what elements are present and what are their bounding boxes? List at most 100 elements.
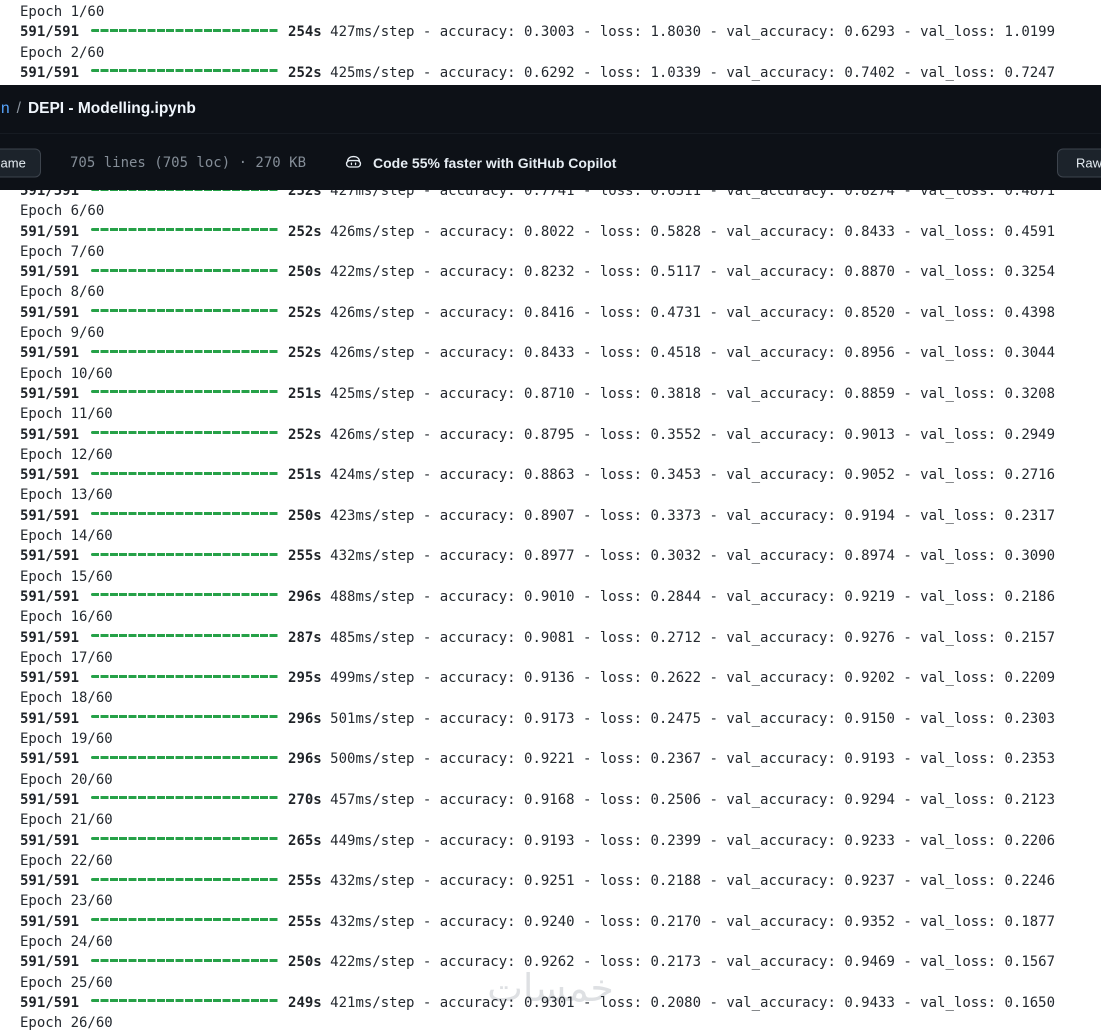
progress-bar bbox=[91, 634, 280, 638]
progress-line: 591/591 296s 500ms/step - accuracy: 0.922… bbox=[0, 749, 1101, 769]
epoch-time: 252s bbox=[288, 223, 322, 240]
breadcrumb: n / DEPI - Modelling.ipynb bbox=[0, 85, 1101, 133]
epoch-metrics: 426ms/step - accuracy: 0.8022 - loss: 0.… bbox=[321, 223, 1056, 240]
progress-bar bbox=[91, 796, 280, 800]
epoch-metrics: 427ms/step - accuracy: 0.3003 - loss: 1.… bbox=[321, 24, 1056, 41]
progress-line: 591/591 250s 423ms/step - accuracy: 0.890… bbox=[0, 506, 1101, 526]
epoch-label-line: Epoch 1/60 bbox=[20, 4, 105, 20]
step-count: 591/591 bbox=[20, 64, 80, 81]
epoch-time: 296s bbox=[288, 710, 322, 727]
epoch-label-line: Epoch 9/60 bbox=[20, 325, 105, 342]
progress-bar bbox=[91, 268, 280, 272]
copilot-banner[interactable]: Code 55% faster with GitHub Copilot bbox=[344, 153, 616, 172]
epoch-metrics: 432ms/step - accuracy: 0.8977 - loss: 0.… bbox=[321, 548, 1056, 565]
epoch-time: 251s bbox=[288, 467, 322, 484]
epoch-label-line: Epoch 23/60 bbox=[20, 893, 113, 910]
step-count: 591/591 bbox=[20, 548, 80, 565]
epoch-label-line: Epoch 19/60 bbox=[20, 731, 113, 748]
progress-line: 591/591 255s 432ms/step - accuracy: 0.897… bbox=[0, 546, 1101, 566]
epoch-time: 252s bbox=[288, 345, 322, 362]
progress-line: 591/591 265s 449ms/step - accuracy: 0.919… bbox=[0, 831, 1101, 851]
progress-bar bbox=[91, 228, 280, 232]
epoch-label-line: Epoch 24/60 bbox=[20, 933, 113, 950]
epoch-label-line: Epoch 8/60 bbox=[20, 284, 105, 301]
epoch-time: 250s bbox=[288, 264, 322, 281]
file-header: n / DEPI - Modelling.ipynb Blame 705 lin… bbox=[0, 85, 1101, 190]
breadcrumb-repo-link[interactable]: n bbox=[1, 100, 10, 118]
progress-line: 591/591 249s 421ms/step - accuracy: 0.930… bbox=[0, 993, 1101, 1013]
epoch-time: 287s bbox=[288, 629, 322, 646]
step-count: 591/591 bbox=[20, 385, 80, 402]
epoch-metrics: 501ms/step - accuracy: 0.9173 - loss: 0.… bbox=[321, 710, 1056, 727]
epoch-label-line: Epoch 22/60 bbox=[20, 852, 113, 869]
progress-line: 591/591 255s 432ms/step - accuracy: 0.924… bbox=[0, 912, 1101, 932]
step-count: 591/591 bbox=[20, 994, 80, 1011]
step-count: 591/591 bbox=[20, 832, 80, 849]
progress-line: 591/591 251s 425ms/step - accuracy: 0.871… bbox=[0, 384, 1101, 404]
epoch-label-line: Epoch 6/60 bbox=[20, 203, 105, 220]
epoch-metrics: 499ms/step - accuracy: 0.9136 - loss: 0.… bbox=[321, 670, 1056, 687]
epoch-label-line: Epoch 21/60 bbox=[20, 812, 113, 829]
step-count: 591/591 bbox=[20, 507, 80, 524]
progress-bar bbox=[91, 431, 280, 435]
raw-button[interactable]: Raw bbox=[1056, 148, 1101, 177]
progress-bar bbox=[91, 309, 280, 313]
epoch-time: 296s bbox=[288, 751, 322, 768]
breadcrumb-separator: / bbox=[16, 100, 21, 117]
epoch-metrics: 457ms/step - accuracy: 0.9168 - loss: 0.… bbox=[321, 791, 1056, 808]
progress-line: 591/591 296s 488ms/step - accuracy: 0.901… bbox=[0, 587, 1101, 607]
step-count: 591/591 bbox=[20, 873, 80, 890]
step-count: 591/591 bbox=[20, 629, 80, 646]
progress-bar bbox=[91, 918, 280, 922]
progress-bar bbox=[91, 552, 280, 556]
progress-bar bbox=[91, 349, 280, 353]
epoch-time: 250s bbox=[288, 507, 322, 524]
epoch-metrics: 485ms/step - accuracy: 0.9081 - loss: 0.… bbox=[321, 629, 1056, 646]
step-count: 591/591 bbox=[20, 791, 80, 808]
epoch-metrics: 424ms/step - accuracy: 0.8863 - loss: 0.… bbox=[321, 467, 1056, 484]
step-count: 591/591 bbox=[20, 710, 80, 727]
epoch-label-line: Epoch 25/60 bbox=[20, 974, 113, 991]
progress-line: 591/591 252s 426ms/step - accuracy: 0.879… bbox=[0, 425, 1101, 445]
epoch-label-line: Epoch 17/60 bbox=[20, 649, 113, 666]
epoch-label-line: Epoch 11/60 bbox=[20, 406, 113, 423]
step-count: 591/591 bbox=[20, 954, 80, 971]
epoch-metrics: 449ms/step - accuracy: 0.9193 - loss: 0.… bbox=[321, 832, 1056, 849]
progress-line: 591/591 251s 424ms/step - accuracy: 0.886… bbox=[0, 465, 1101, 485]
blame-button[interactable]: Blame bbox=[0, 148, 41, 177]
file-stats: 705 lines (705 loc) · 270 KB bbox=[70, 154, 307, 171]
epoch-metrics: 426ms/step - accuracy: 0.8795 - loss: 0.… bbox=[321, 426, 1056, 443]
epoch-time: 255s bbox=[288, 873, 322, 890]
epoch-time: 252s bbox=[288, 64, 322, 81]
epoch-time: 249s bbox=[288, 994, 322, 1011]
step-count: 591/591 bbox=[20, 588, 80, 605]
progress-line: 591/591 254s 427ms/step - accuracy: 0.300… bbox=[0, 22, 1101, 42]
step-count: 591/591 bbox=[20, 426, 80, 443]
progress-line: 591/591 250s 422ms/step - accuracy: 0.823… bbox=[0, 262, 1101, 282]
epoch-metrics: 432ms/step - accuracy: 0.9251 - loss: 0.… bbox=[321, 873, 1056, 890]
step-count: 591/591 bbox=[20, 670, 80, 687]
epoch-metrics: 422ms/step - accuracy: 0.9262 - loss: 0.… bbox=[321, 954, 1056, 971]
epoch-label-line: Epoch 13/60 bbox=[20, 487, 113, 504]
progress-bar bbox=[91, 471, 280, 475]
progress-bar bbox=[91, 69, 280, 73]
progress-line: 591/591 295s 499ms/step - accuracy: 0.913… bbox=[0, 668, 1101, 688]
epoch-label-line: Epoch 15/60 bbox=[20, 568, 113, 585]
step-count: 591/591 bbox=[20, 751, 80, 768]
progress-line: 591/591 252s 426ms/step - accuracy: 0.843… bbox=[0, 343, 1101, 363]
epoch-time: 254s bbox=[288, 24, 322, 41]
step-count: 591/591 bbox=[20, 304, 80, 321]
epoch-metrics: 488ms/step - accuracy: 0.9010 - loss: 0.… bbox=[321, 588, 1056, 605]
file-toolbar: Blame 705 lines (705 loc) · 270 KB Code … bbox=[0, 133, 1101, 191]
step-count: 591/591 bbox=[20, 345, 80, 362]
progress-bar bbox=[91, 28, 280, 32]
epoch-time: 265s bbox=[288, 832, 322, 849]
epoch-metrics: 426ms/step - accuracy: 0.8433 - loss: 0.… bbox=[321, 345, 1056, 362]
epoch-time: 255s bbox=[288, 913, 322, 930]
epoch-time: 252s bbox=[288, 426, 322, 443]
progress-bar bbox=[91, 837, 280, 840]
step-count: 591/591 bbox=[20, 264, 80, 281]
progress-bar bbox=[91, 877, 280, 881]
progress-bar bbox=[91, 999, 280, 1003]
progress-line: 591/591 252s 426ms/step - accuracy: 0.841… bbox=[0, 303, 1101, 323]
